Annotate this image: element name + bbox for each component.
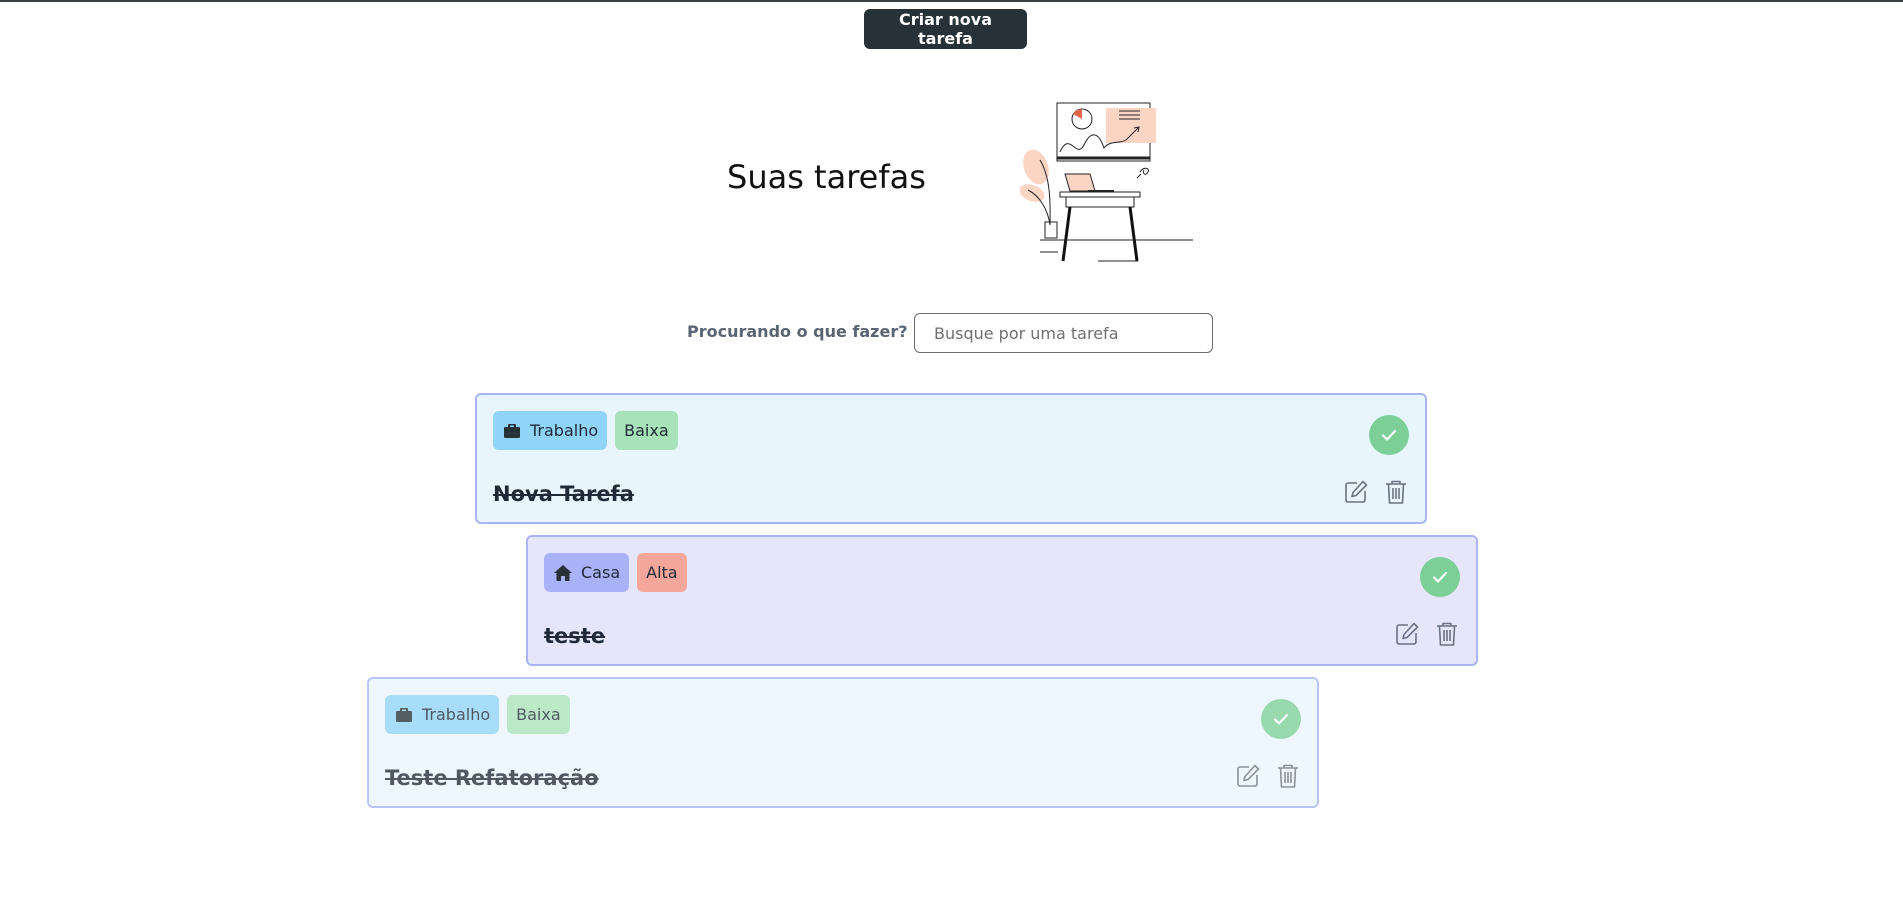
task-tags: Trabalho Baixa bbox=[493, 411, 678, 450]
complete-task-button[interactable] bbox=[1369, 415, 1409, 455]
task-tags: Trabalho Baixa bbox=[385, 695, 570, 734]
edit-task-button[interactable] bbox=[1234, 762, 1262, 790]
house-icon bbox=[554, 564, 572, 581]
page-title: Suas tarefas bbox=[727, 158, 926, 196]
task-card: Casa Alta teste bbox=[526, 535, 1478, 666]
priority-tag: Baixa bbox=[615, 411, 678, 450]
check-icon bbox=[1273, 713, 1289, 725]
task-title: Nova Tarefa bbox=[493, 482, 634, 506]
trash-icon bbox=[1278, 764, 1298, 788]
edit-task-button[interactable] bbox=[1342, 478, 1370, 506]
edit-icon bbox=[1237, 764, 1260, 787]
delete-task-button[interactable] bbox=[1274, 762, 1302, 790]
delete-task-button[interactable] bbox=[1433, 620, 1461, 648]
priority-tag: Alta bbox=[637, 553, 687, 592]
desk-illustration bbox=[1020, 102, 1193, 262]
briefcase-icon bbox=[504, 423, 520, 438]
search-label: Procurando o que fazer? bbox=[687, 322, 908, 341]
edit-icon bbox=[1345, 480, 1368, 503]
delete-task-button[interactable] bbox=[1382, 478, 1410, 506]
task-title: teste bbox=[544, 624, 606, 648]
trash-icon bbox=[1437, 622, 1457, 646]
priority-tag: Baixa bbox=[507, 695, 570, 734]
create-task-button[interactable]: Criar nova tarefa bbox=[864, 9, 1027, 49]
top-border bbox=[0, 0, 1903, 2]
category-tag: Casa bbox=[544, 553, 630, 592]
task-card: Trabalho Baixa Teste Refatoração bbox=[367, 677, 1319, 808]
category-label: Casa bbox=[581, 563, 621, 582]
category-label: Trabalho bbox=[422, 705, 491, 724]
task-card: Trabalho Baixa Nova Tarefa bbox=[475, 393, 1427, 524]
check-icon bbox=[1381, 429, 1397, 441]
edit-task-button[interactable] bbox=[1393, 620, 1421, 648]
task-title: Teste Refatoração bbox=[385, 766, 599, 790]
search-input[interactable] bbox=[914, 313, 1213, 353]
task-tags: Casa Alta bbox=[544, 553, 687, 592]
edit-icon bbox=[1396, 622, 1419, 645]
check-icon bbox=[1432, 571, 1448, 583]
category-label: Trabalho bbox=[530, 421, 599, 440]
briefcase-icon bbox=[396, 707, 412, 722]
category-tag: Trabalho bbox=[493, 411, 608, 450]
trash-icon bbox=[1386, 480, 1406, 504]
complete-task-button[interactable] bbox=[1420, 557, 1460, 597]
category-tag: Trabalho bbox=[385, 695, 500, 734]
complete-task-button[interactable] bbox=[1261, 699, 1301, 739]
